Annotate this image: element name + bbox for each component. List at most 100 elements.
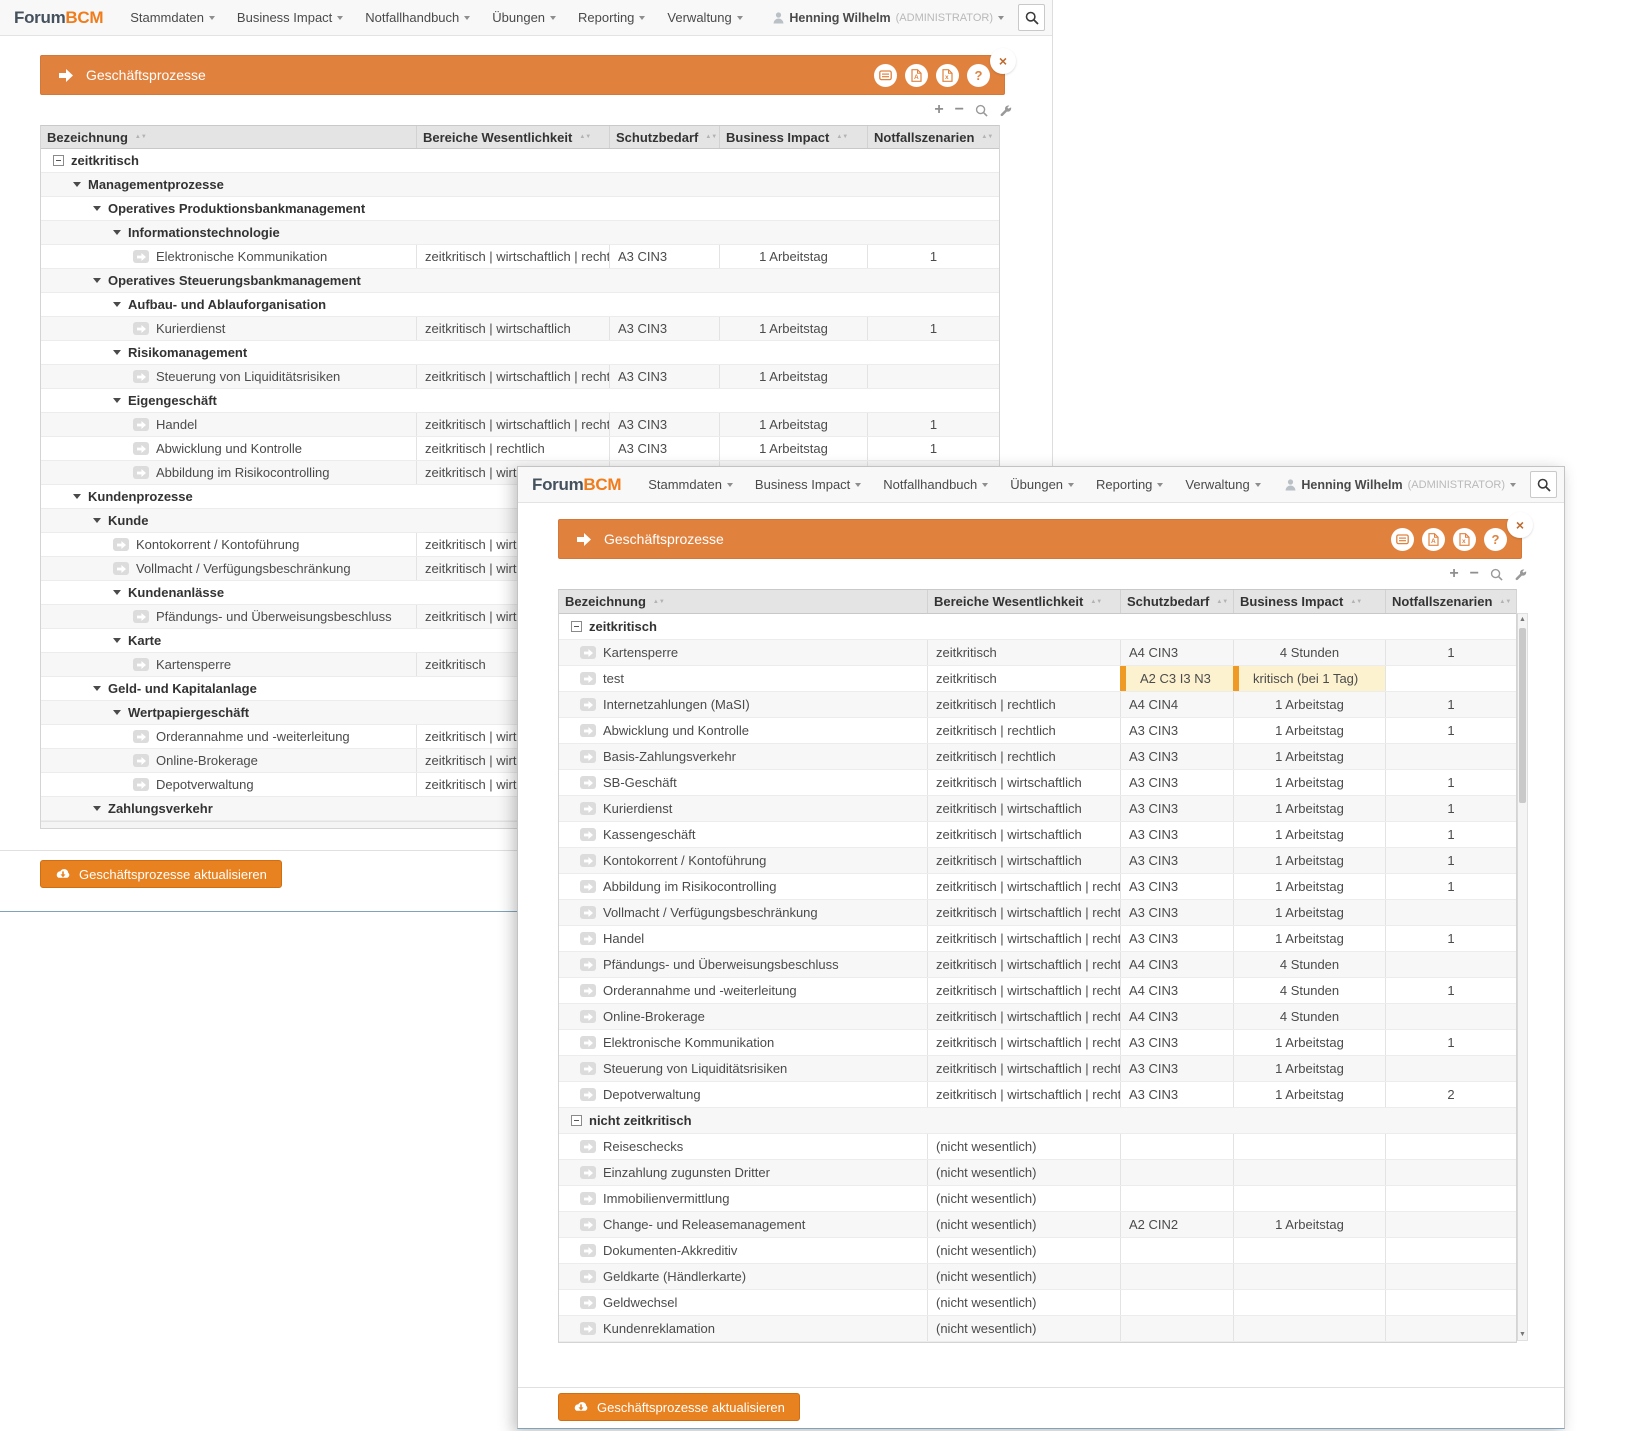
table-row[interactable]: Kassengeschäftzeitkritisch | wirtschaftl…	[559, 822, 1516, 848]
scroll-up-icon[interactable]: ▲	[1518, 616, 1527, 623]
vertical-scrollbar[interactable]: ▲▼	[1517, 613, 1528, 1341]
sort-icons[interactable]: ▲▼	[1216, 599, 1228, 605]
column-header[interactable]: Business Impact▲▼	[1233, 590, 1385, 613]
collapse-minus-icon[interactable]	[571, 621, 582, 632]
help-icon[interactable]: ?	[967, 64, 990, 87]
update-processes-button[interactable]: Geschäftsprozesse aktualisieren	[40, 860, 282, 888]
column-header[interactable]: Bezeichnung▲▼	[41, 126, 416, 148]
table-row[interactable]: Geldwechsel(nicht wesentlich)	[559, 1290, 1516, 1316]
table-row[interactable]: SB-Geschäftzeitkritisch | wirtschaftlich…	[559, 770, 1516, 796]
column-header[interactable]: Bereiche Wesentlichkeit▲▼	[416, 126, 609, 148]
sort-icons[interactable]: ▲▼	[653, 599, 665, 605]
menu-item--bungen[interactable]: Übungen	[999, 477, 1085, 492]
report-icon[interactable]	[874, 64, 897, 87]
user-menu[interactable]: Henning Wilhelm (ADMINISTRATOR)	[773, 11, 1004, 25]
column-header[interactable]: Schutzbedarf▲▼	[1120, 590, 1233, 613]
close-icon[interactable]: ×	[990, 48, 1016, 74]
table-row[interactable]: Steuerung von Liquiditätsrisikenzeitkrit…	[559, 1056, 1516, 1082]
app-logo[interactable]: ForumBCM	[0, 8, 119, 28]
table-row[interactable]: testzeitkritischA2 C3 I3 N3kritisch (bei…	[559, 666, 1516, 692]
table-row[interactable]: Depotverwaltungzeitkritisch | wirtschaft…	[559, 1082, 1516, 1108]
caret-down-icon[interactable]	[113, 710, 121, 715]
menu-item-stammdaten[interactable]: Stammdaten	[637, 477, 744, 492]
collapse-all-icon[interactable]: −	[1470, 567, 1479, 581]
search-button[interactable]	[1530, 471, 1557, 498]
expand-all-icon[interactable]: +	[1449, 567, 1458, 581]
group-row[interactable]: Operatives Steuerungsbankmanagement	[41, 269, 999, 293]
caret-down-icon[interactable]	[113, 398, 121, 403]
collapse-all-icon[interactable]: −	[955, 103, 964, 117]
table-row[interactable]: Basis-Zahlungsverkehrzeitkritisch | rech…	[559, 744, 1516, 770]
group-row[interactable]: Eigengeschäft	[41, 389, 999, 413]
sort-icons[interactable]: ▲▼	[981, 134, 993, 140]
table-row[interactable]: Dokumenten-Akkreditiv(nicht wesentlich)	[559, 1238, 1516, 1264]
menu-item-notfallhandbuch[interactable]: Notfallhandbuch	[872, 477, 999, 492]
group-row[interactable]: Aufbau- und Ablauforganisation	[41, 293, 999, 317]
sort-icons[interactable]: ▲▼	[836, 134, 848, 140]
table-row[interactable]: Change- und Releasemanagement(nicht wese…	[559, 1212, 1516, 1238]
table-row[interactable]: Geldkarte (Händlerkarte)(nicht wesentlic…	[559, 1264, 1516, 1290]
pdf-export-icon[interactable]: A	[905, 64, 928, 87]
pdf-export-icon[interactable]: A	[1422, 528, 1445, 551]
table-row[interactable]: Kurierdienstzeitkritisch | wirtschaftlic…	[559, 796, 1516, 822]
caret-down-icon[interactable]	[73, 182, 81, 187]
table-row[interactable]: Online-Brokeragezeitkritisch | wirtschaf…	[559, 1004, 1516, 1030]
caret-down-icon[interactable]	[113, 302, 121, 307]
close-icon[interactable]: ×	[1507, 512, 1533, 538]
caret-down-icon[interactable]	[93, 518, 101, 523]
sort-icons[interactable]: ▲▼	[579, 134, 591, 140]
menu-item-verwaltung[interactable]: Verwaltung	[656, 10, 753, 25]
table-row[interactable]: Reiseschecks(nicht wesentlich)	[559, 1134, 1516, 1160]
caret-down-icon[interactable]	[93, 206, 101, 211]
table-row[interactable]: Abwicklung und Kontrollezeitkritisch | r…	[559, 718, 1516, 744]
menu-item-reporting[interactable]: Reporting	[1085, 477, 1174, 492]
table-row[interactable]: Kurierdienstzeitkritisch | wirtschaftlic…	[41, 317, 999, 341]
menu-item-business-impact[interactable]: Business Impact	[226, 10, 354, 25]
group-row[interactable]: Managementprozesse	[41, 173, 999, 197]
caret-down-icon[interactable]	[93, 806, 101, 811]
user-menu[interactable]: Henning Wilhelm (ADMINISTRATOR)	[1285, 478, 1516, 492]
update-processes-button[interactable]: Geschäftsprozesse aktualisieren	[558, 1393, 800, 1421]
menu-item-stammdaten[interactable]: Stammdaten	[119, 10, 226, 25]
sort-icons[interactable]: ▲▼	[1350, 599, 1362, 605]
scrollbar-thumb[interactable]	[1519, 628, 1526, 803]
expand-all-icon[interactable]: +	[934, 103, 943, 117]
settings-wrench-icon[interactable]	[999, 104, 1012, 117]
table-row[interactable]: Handelzeitkritisch | wirtschaftlich | re…	[41, 413, 999, 437]
table-row[interactable]: Elektronische Kommunikationzeitkritisch …	[559, 1030, 1516, 1056]
caret-down-icon[interactable]	[93, 278, 101, 283]
table-row[interactable]: Kundenreklamation(nicht wesentlich)	[559, 1316, 1516, 1342]
excel-export-icon[interactable]: x	[1453, 528, 1476, 551]
group-row[interactable]: zeitkritisch	[559, 614, 1516, 640]
column-header[interactable]: Schutzbedarf▲▼	[609, 126, 719, 148]
caret-down-icon[interactable]	[113, 350, 121, 355]
menu-item-business-impact[interactable]: Business Impact	[744, 477, 872, 492]
table-row[interactable]: Vollmacht / Verfügungsbeschränkungzeitkr…	[559, 900, 1516, 926]
table-row[interactable]: Handelzeitkritisch | wirtschaftlich | re…	[559, 926, 1516, 952]
table-row[interactable]: Orderannahme und -weiterleitungzeitkriti…	[559, 978, 1516, 1004]
group-row[interactable]: Operatives Produktionsbankmanagement	[41, 197, 999, 221]
collapse-minus-icon[interactable]	[53, 155, 64, 166]
sort-icons[interactable]: ▲▼	[1499, 599, 1511, 605]
settings-wrench-icon[interactable]	[1514, 568, 1527, 581]
menu-item-notfallhandbuch[interactable]: Notfallhandbuch	[354, 10, 481, 25]
table-row[interactable]: Kontokorrent / Kontoführungzeitkritisch …	[559, 848, 1516, 874]
group-row[interactable]: zeitkritisch	[41, 149, 999, 173]
table-row[interactable]: Einzahlung zugunsten Dritter(nicht wesen…	[559, 1160, 1516, 1186]
column-header[interactable]: Notfallszenarien▲▼	[867, 126, 999, 148]
menu-item-reporting[interactable]: Reporting	[567, 10, 656, 25]
group-row[interactable]: Risikomanagement	[41, 341, 999, 365]
help-icon[interactable]: ?	[1484, 528, 1507, 551]
caret-down-icon[interactable]	[93, 686, 101, 691]
table-row[interactable]: Abwicklung und Kontrollezeitkritisch | r…	[41, 437, 999, 461]
table-row[interactable]: Pfändungs- und Überweisungsbeschlusszeit…	[559, 952, 1516, 978]
app-logo[interactable]: ForumBCM	[518, 475, 637, 495]
caret-down-icon[interactable]	[113, 638, 121, 643]
table-row[interactable]: Internetzahlungen (MaSI)zeitkritisch | r…	[559, 692, 1516, 718]
table-row[interactable]: Abbildung im Risikocontrollingzeitkritis…	[559, 874, 1516, 900]
group-row[interactable]: nicht zeitkritisch	[559, 1108, 1516, 1134]
report-icon[interactable]	[1391, 528, 1414, 551]
table-row[interactable]: Elektronische Kommunikationzeitkritisch …	[41, 245, 999, 269]
sort-icons[interactable]: ▲▼	[135, 134, 147, 140]
sort-icons[interactable]: ▲▼	[1090, 599, 1102, 605]
